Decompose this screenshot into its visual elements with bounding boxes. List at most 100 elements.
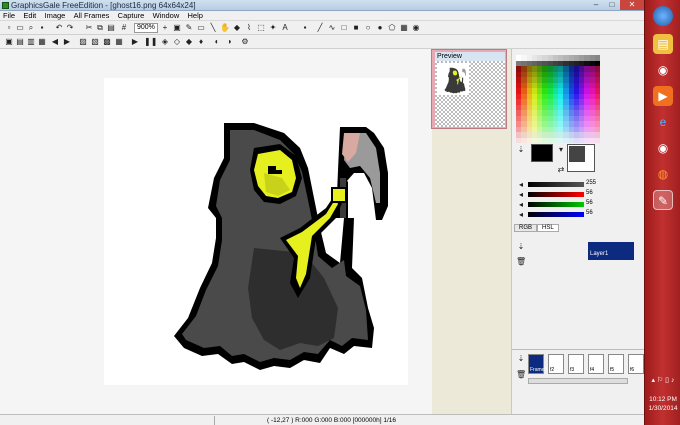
clear-mask-icon[interactable]: ◆ [184, 37, 194, 47]
filled-rect-icon[interactable]: ■ [351, 23, 361, 33]
menu-help[interactable]: Help [185, 11, 206, 21]
frame-copy-icon[interactable]: ▩ [102, 37, 112, 47]
next-frame-icon[interactable]: ▶ [62, 37, 72, 47]
frame-thumb[interactable]: f6 [628, 354, 644, 374]
system-tray[interactable]: ▴ ⚐ ▯ ♪ [649, 376, 677, 384]
cut-icon[interactable]: ✂ [84, 23, 94, 33]
start-button-icon[interactable] [653, 6, 673, 26]
fill-icon[interactable]: ◆ [232, 23, 242, 33]
image-canvas[interactable] [104, 78, 408, 385]
color-tool-icon[interactable]: ◉ [411, 23, 421, 33]
filled-ellipse-icon[interactable]: ● [375, 23, 385, 33]
text-icon[interactable]: A [280, 23, 290, 33]
frame-props-icon[interactable]: ▧ [90, 37, 100, 47]
frame-paste-icon[interactable]: ▦ [114, 37, 124, 47]
frame-scrollbar[interactable] [528, 378, 628, 384]
open-file-icon[interactable]: ▭ [15, 23, 25, 33]
mask-icon[interactable]: ◇ [172, 37, 182, 47]
line-icon[interactable]: ╲ [208, 23, 218, 33]
prev-frame-icon[interactable]: ◀ [50, 37, 60, 47]
paste-icon[interactable]: ▤ [106, 23, 116, 33]
tab-rgb[interactable]: RGB [514, 224, 538, 232]
internet-explorer-icon[interactable]: e [653, 112, 673, 132]
swap-colors-icon[interactable]: ⇄ [556, 165, 566, 175]
restore-button[interactable]: □ [604, 0, 620, 10]
menu-window[interactable]: Window [150, 11, 183, 21]
chrome-icon[interactable]: ◉ [653, 60, 673, 80]
transparency-icon[interactable]: ◈ [160, 37, 170, 47]
menu-all-frames[interactable]: All Frames [71, 11, 113, 21]
red-slider[interactable] [528, 192, 584, 197]
minimize-button[interactable]: – [588, 0, 604, 10]
menu-file[interactable]: File [0, 11, 18, 21]
tab-hsl[interactable]: HSL [537, 224, 559, 232]
select-rect-icon[interactable]: ⬚ [256, 23, 266, 33]
ellipse-tool-icon[interactable]: ○ [363, 23, 373, 33]
brush-select-icon[interactable]: ▪ [300, 23, 310, 33]
file-explorer-icon[interactable]: ▤ [653, 34, 673, 54]
eyedropper-icon[interactable]: ⌇ [244, 23, 254, 33]
settings-icon[interactable]: ⚙ [240, 37, 250, 47]
undo-icon[interactable]: ↶ [54, 23, 64, 33]
pin-icon[interactable]: ⇣ [516, 145, 526, 155]
rect-tool-icon[interactable]: □ [339, 23, 349, 33]
slider-arrow-icon[interactable]: ◂ [516, 190, 526, 200]
frame-list-icon[interactable]: ▤ [15, 37, 25, 47]
search-icon[interactable]: ⌕ [26, 23, 36, 33]
curve-tool-icon[interactable]: ∿ [327, 23, 337, 33]
frame-thumb[interactable]: f4 [588, 354, 604, 374]
frame-thumb[interactable]: f2 [548, 354, 564, 374]
blue-slider[interactable] [528, 212, 584, 217]
green-slider[interactable] [528, 202, 584, 207]
color-palette[interactable] [516, 55, 600, 143]
save-icon[interactable]: ▪ [37, 23, 47, 33]
chevron-down-icon[interactable]: ▾ [556, 145, 566, 155]
stamp-icon[interactable]: ♦ [196, 37, 206, 47]
frame-delete-icon[interactable]: ▦ [37, 37, 47, 47]
redo-icon[interactable]: ↷ [65, 23, 75, 33]
zoom-in-icon[interactable]: + [160, 23, 170, 33]
menu-image[interactable]: Image [42, 11, 69, 21]
layer-item[interactable]: Layer1 [588, 242, 634, 260]
gradient-icon[interactable]: ▦ [399, 23, 409, 33]
frame-thumb[interactable]: f3 [568, 354, 584, 374]
graphicsgale-icon[interactable]: ✎ [653, 190, 673, 210]
frame-first-icon[interactable]: ▣ [4, 37, 14, 47]
view-icon[interactable]: ▣ [172, 23, 182, 33]
value-slider[interactable] [528, 182, 584, 187]
preview-window[interactable]: Preview [431, 49, 507, 129]
slider-arrow-icon[interactable]: ◂ [516, 180, 526, 190]
flip-icon[interactable]: ◐ [212, 37, 222, 47]
rotate-icon[interactable]: ◑ [224, 37, 234, 47]
pin-icon[interactable]: ⇣ [516, 354, 526, 364]
frame-add-icon[interactable]: ▥ [26, 37, 36, 47]
pencil-icon[interactable]: ✎ [184, 23, 194, 33]
clock[interactable]: 10:12 PM 1/30/2014 [645, 395, 680, 413]
slider-arrow-icon[interactable]: ◂ [516, 200, 526, 210]
zoom-select[interactable]: 900% [134, 23, 158, 33]
firefox-icon[interactable]: ◍ [653, 164, 673, 184]
frame-thumb[interactable]: Frame1 [528, 354, 547, 374]
copy-icon[interactable]: ⧉ [95, 23, 105, 33]
pin-icon[interactable]: ⇣ [516, 242, 526, 252]
grid-icon[interactable]: # [119, 23, 129, 33]
line-tool-icon[interactable]: ╱ [315, 23, 325, 33]
background-color-swatch[interactable] [567, 144, 595, 172]
palette-swatch[interactable] [594, 137, 600, 143]
media-player-icon[interactable]: ▶ [653, 86, 673, 106]
trash-icon[interactable]: 🗑 [516, 257, 526, 267]
polygon-icon[interactable]: ⬠ [387, 23, 397, 33]
magic-wand-icon[interactable]: ✦ [268, 23, 278, 33]
onion-skin-icon[interactable]: ▨ [78, 37, 88, 47]
eraser-icon[interactable]: ▭ [196, 23, 206, 33]
chrome-icon[interactable]: ◉ [653, 138, 673, 158]
close-button[interactable]: ✕ [620, 0, 644, 10]
menu-capture[interactable]: Capture [115, 11, 148, 21]
pause-icon[interactable]: ❚❚ [144, 37, 157, 47]
foreground-color-swatch[interactable] [531, 144, 553, 162]
menu-edit[interactable]: Edit [20, 11, 39, 21]
slider-arrow-icon[interactable]: ◂ [516, 210, 526, 220]
trash-icon[interactable]: 🗑 [516, 370, 526, 380]
frame-thumb[interactable]: f5 [608, 354, 624, 374]
hand-icon[interactable]: ✋ [220, 23, 230, 33]
